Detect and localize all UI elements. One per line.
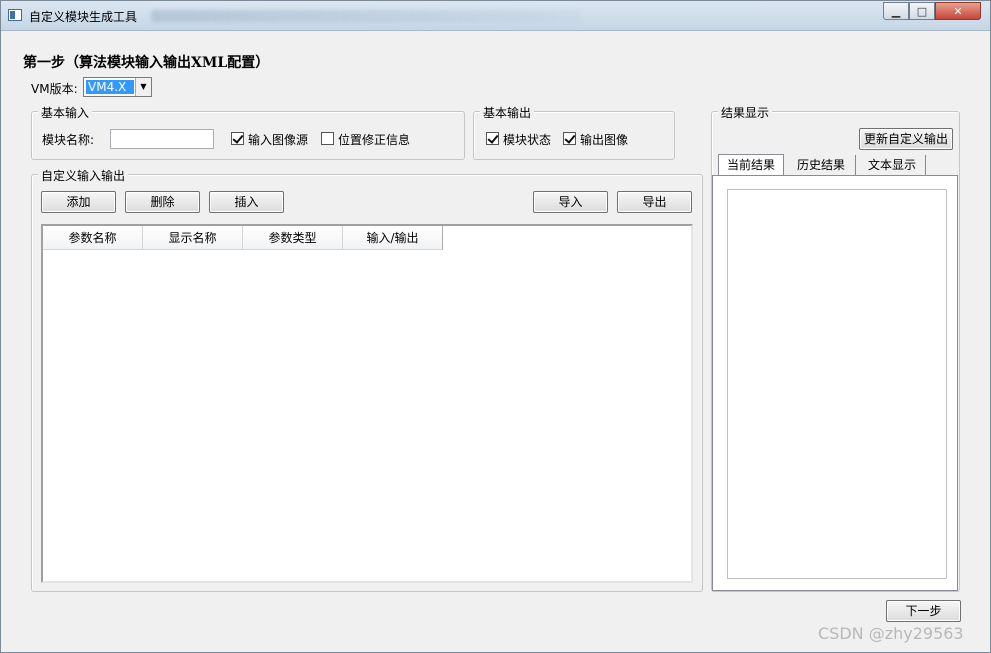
minimize-icon: ▁ (891, 4, 901, 18)
delete-button[interactable]: 删除 (125, 191, 200, 213)
position-correction-checkbox[interactable] (321, 132, 334, 145)
blurred-title-path (151, 10, 581, 22)
input-image-source-label: 输入图像源 (248, 133, 309, 147)
result-tab-panel (712, 175, 958, 591)
export-button[interactable]: 导出 (617, 191, 692, 213)
module-status-checkbox[interactable] (486, 132, 499, 145)
add-button[interactable]: 添加 (41, 191, 116, 213)
basic-output-title: 基本输出 (480, 104, 535, 121)
chevron-down-icon[interactable]: ▼ (135, 78, 151, 96)
basic-input-title: 基本输入 (38, 104, 93, 121)
column-display-name[interactable]: 显示名称 (143, 226, 243, 250)
column-io[interactable]: 输入/输出 (343, 226, 443, 250)
module-status-label: 模块状态 (503, 133, 552, 147)
vm-version-select[interactable]: VM4.X ▼ (83, 77, 152, 97)
custom-io-title: 自定义输入输出 (38, 167, 129, 184)
window-title: 自定义模块生成工具 (29, 10, 138, 24)
maximize-button[interactable]: □ (909, 2, 935, 20)
column-param-type[interactable]: 参数类型 (243, 226, 343, 250)
input-image-source-checkbox[interactable] (231, 132, 244, 145)
list-header: 参数名称 显示名称 参数类型 输入/输出 (43, 226, 443, 250)
import-button[interactable]: 导入 (533, 191, 608, 213)
tab-text-display[interactable]: 文本显示 (859, 155, 926, 175)
output-image-checkbox[interactable] (563, 132, 576, 145)
step-title: 第一步（算法模块输入输出XML配置） (23, 55, 270, 71)
tab-history-result[interactable]: 历史结果 (787, 155, 856, 175)
vm-version-label: VM版本: (31, 82, 78, 96)
title-bar[interactable]: 自定义模块生成工具 ▁ □ ✕ (1, 1, 990, 31)
next-step-button[interactable]: 下一步 (886, 600, 961, 622)
app-icon (8, 9, 22, 21)
parameter-list[interactable]: 参数名称 显示名称 参数类型 输入/输出 (41, 224, 693, 583)
output-image-label: 输出图像 (580, 133, 629, 147)
update-custom-output-button[interactable]: 更新自定义输出 (859, 128, 953, 150)
vm-version-value: VM4.X (86, 80, 134, 94)
close-button[interactable]: ✕ (935, 2, 981, 20)
module-name-input[interactable] (110, 129, 214, 149)
watermark: CSDN @zhy29563 (818, 624, 964, 643)
column-param-name[interactable]: 参数名称 (43, 226, 143, 250)
tab-current-result[interactable]: 当前结果 (718, 154, 784, 176)
result-title: 结果显示 (718, 104, 773, 121)
insert-button[interactable]: 插入 (209, 191, 284, 213)
position-correction-label: 位置修正信息 (338, 133, 411, 147)
module-name-label: 模块名称: (42, 133, 95, 147)
result-display-area[interactable] (727, 189, 947, 579)
maximize-icon: □ (916, 4, 928, 18)
minimize-button[interactable]: ▁ (883, 2, 909, 20)
close-icon: ✕ (953, 4, 963, 18)
